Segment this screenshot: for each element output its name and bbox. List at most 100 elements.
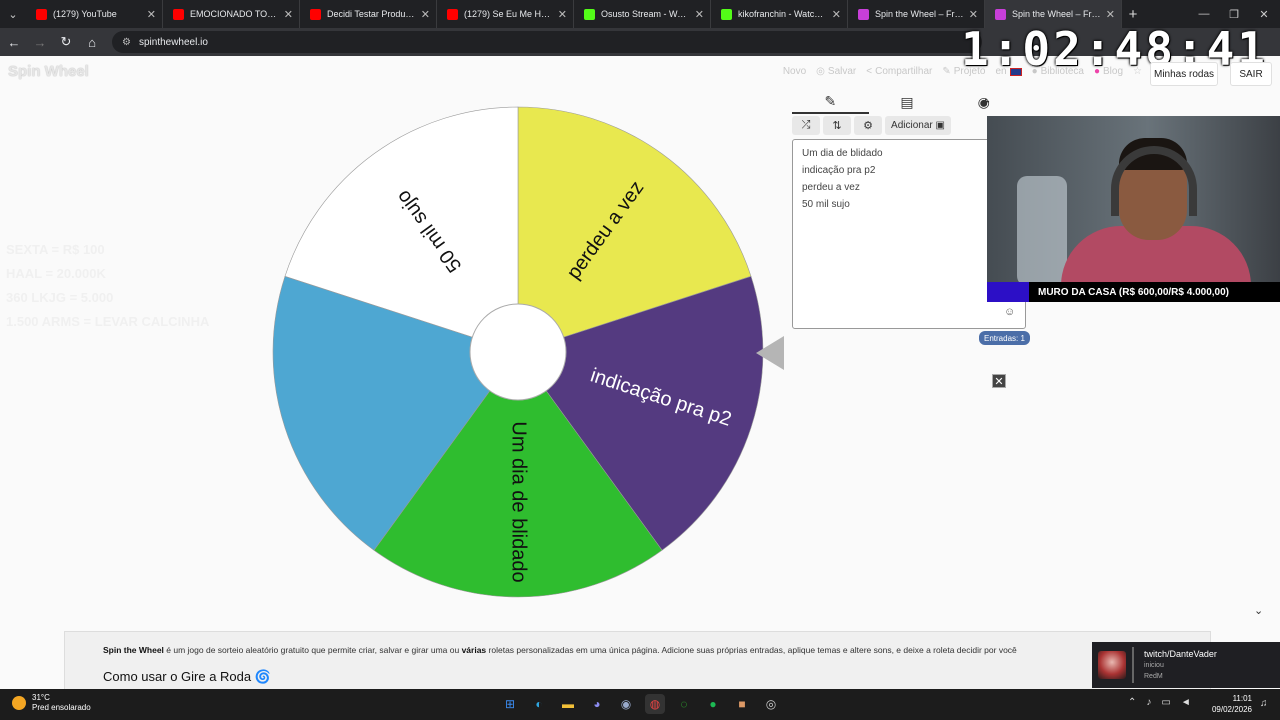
tab-close-icon[interactable]: ✕	[558, 8, 567, 21]
adicionar-label: Adicionar	[891, 120, 933, 131]
nav-compartilhar-label: Compartilhar	[875, 66, 933, 77]
emoji-icon[interactable]: ☺	[1004, 306, 1015, 318]
sort-icon[interactable]: ⇅	[823, 116, 851, 135]
uk-flag-icon	[1009, 67, 1022, 76]
nav-novo[interactable]: Novo	[783, 66, 806, 77]
tab-favicon-icon	[721, 8, 732, 20]
notification-title: twitch/DanteVader	[1144, 648, 1217, 659]
spotify-icon[interactable]: ●	[703, 694, 723, 714]
nav-blog[interactable]: ● Blog	[1094, 66, 1123, 77]
edit-tab-pencil-icon[interactable]: ✎	[792, 90, 869, 114]
add-wheel-icon[interactable]: +	[982, 94, 990, 109]
faded-line: 360 LKJG = 5.000	[6, 290, 114, 305]
nav-language-label: en	[995, 66, 1007, 77]
info-desc-bold: várias	[461, 645, 487, 655]
tab-close-icon[interactable]: ✕	[421, 8, 430, 21]
new-tab-button[interactable]: +	[1122, 6, 1144, 23]
tab-title: Spin the Wheel – Free Wh	[875, 9, 965, 19]
nav-projeto[interactable]: ✎ Projeto	[942, 66, 985, 77]
chevron-down-icon[interactable]: ⌄	[1254, 604, 1263, 617]
tab-title: kikofranchin - Watch the	[738, 9, 828, 19]
reload-icon[interactable]: ↻	[54, 34, 78, 50]
browser-tab[interactable]: (1279) YouTube ✕	[26, 0, 163, 28]
notification-divider	[1132, 647, 1134, 683]
tab-favicon-icon	[173, 8, 184, 20]
sair-button[interactable]: SAIR	[1230, 62, 1272, 86]
chevron-up-icon[interactable]: ⌃	[1128, 697, 1136, 708]
results-tab-clipboard-icon[interactable]: ▤	[869, 90, 946, 114]
taskbar-clock[interactable]: 11:01 09/02/2026	[1206, 693, 1252, 715]
weather-desc: Pred ensolarado	[32, 703, 91, 712]
nav-salvar[interactable]: ◎ Salvar	[816, 66, 856, 77]
tab-title: Decidi Testar Produtos da	[327, 9, 417, 19]
nav-projeto-label: Projeto	[953, 66, 986, 77]
app-logo[interactable]: Spin Wheel	[8, 63, 89, 80]
tab-title: EMOCIONADO TODO ERR	[190, 9, 280, 19]
nav-biblioteca[interactable]: ● Biblioteca	[1032, 66, 1084, 77]
info-brand: Spin the Wheel	[103, 645, 164, 655]
site-info-icon[interactable]: ⚙	[122, 37, 131, 48]
tab-favicon-icon	[310, 8, 321, 20]
weather-widget[interactable]: 31°C Pred ensolarado	[12, 693, 91, 713]
faded-overlay-text: SEXTA = R$ 100 HAAL = 20.000K 360 LKJG =…	[6, 238, 209, 334]
tab-close-icon[interactable]: ✕	[695, 8, 704, 21]
edge-icon[interactable]: ◐	[529, 694, 549, 714]
spin-wheel[interactable]: perdeu a vezindicação pra p2Um dia de bl…	[270, 104, 770, 600]
tab-close-icon[interactable]: ✕	[832, 8, 841, 21]
home-icon[interactable]: ⌂	[80, 35, 104, 50]
tab-favicon-icon	[995, 8, 1006, 20]
browser-tab[interactable]: (1279) Se Eu Me Humilhar ✕	[437, 0, 574, 28]
discord-icon[interactable]: ◕	[587, 694, 607, 714]
file-explorer-icon[interactable]: ▬	[558, 694, 578, 714]
whatsapp-icon[interactable]: ◌	[674, 694, 694, 714]
obs-icon[interactable]: ◎	[761, 694, 781, 714]
webcam-chair	[1017, 176, 1067, 282]
tab-close-icon[interactable]: ✕	[284, 8, 293, 21]
tab-close-icon[interactable]: ✕	[1106, 8, 1115, 21]
browser-tab[interactable]: kikofranchin - Watch the ✕	[711, 0, 848, 28]
steam-icon[interactable]: ◉	[616, 694, 636, 714]
howto-heading: Como usar o Gire a Roda 🌀	[103, 669, 271, 684]
share-icon: <	[866, 66, 873, 77]
browser-tab[interactable]: Decidi Testar Produtos da ✕	[300, 0, 437, 28]
nav-language[interactable]: en	[995, 66, 1022, 77]
chrome-icon[interactable]: ◍	[645, 694, 665, 714]
minhas-rodas-button[interactable]: Minhas rodas	[1150, 62, 1218, 86]
browser-tab[interactable]: EMOCIONADO TODO ERR ✕	[163, 0, 300, 28]
forward-icon[interactable]: →	[28, 35, 52, 50]
wheel-center[interactable]	[469, 303, 567, 401]
nav-compartilhar[interactable]: < Compartilhar	[866, 66, 932, 77]
info-desc-2: roletas personalizadas em uma única pági…	[486, 645, 1017, 655]
app-icon[interactable]: ■	[732, 694, 752, 714]
clock-date: 09/02/2026	[1211, 705, 1252, 714]
entries-count-badge: Entradas: 1	[979, 331, 1030, 345]
star-icon[interactable]: ☆	[1133, 66, 1142, 77]
webcam-overlay	[987, 116, 1280, 282]
tab-search-icon[interactable]: ⌄	[0, 0, 26, 28]
twitch-notification: twitch/DanteVader iniciou RedM	[1092, 642, 1280, 688]
close-icon[interactable]: ✕	[992, 374, 1006, 388]
network-icon[interactable]: ▭	[1161, 697, 1170, 708]
url-text: spinthewheel.io	[138, 36, 208, 48]
avatar	[1098, 651, 1126, 679]
notification-line2: iniciou	[1144, 661, 1164, 669]
library-icon: ●	[1031, 66, 1038, 77]
system-tray: ⌃ ♪ ▭ ◄	[1128, 697, 1191, 708]
notification-bell-icon[interactable]: ♫	[1260, 698, 1268, 709]
microphone-icon[interactable]: ♪	[1146, 697, 1151, 708]
faded-line: 1.500 ARMS = LEVAR CALCINHA	[6, 314, 210, 329]
url-field[interactable]: ⚙ spinthewheel.io	[112, 31, 982, 53]
tab-close-icon[interactable]: ✕	[969, 8, 978, 21]
back-icon[interactable]: ←	[2, 35, 26, 50]
image-icon: ▣	[935, 120, 945, 131]
volume-icon[interactable]: ◄	[1181, 697, 1191, 708]
shuffle-icon[interactable]: ⤮	[792, 116, 820, 135]
windows-start-icon[interactable]: ⊞	[500, 694, 520, 714]
pencil-icon: ✎	[942, 66, 951, 77]
tab-close-icon[interactable]: ✕	[147, 8, 156, 21]
settings-gear-icon[interactable]: ⚙	[854, 116, 882, 135]
adicionar-image-button[interactable]: Adicionar ▣	[885, 116, 951, 135]
notification-line3: RedM	[1144, 672, 1163, 680]
browser-tab[interactable]: Osusto Stream - Watch Li ✕	[574, 0, 711, 28]
wheel-segment-label: Um dia de blidado	[508, 421, 530, 582]
